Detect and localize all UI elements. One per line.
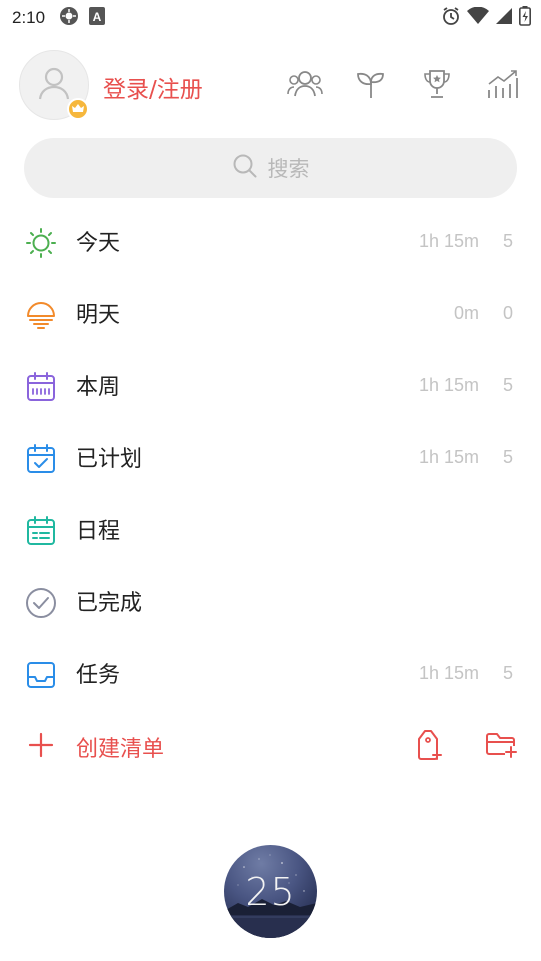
calendar-check-icon xyxy=(25,443,57,475)
alarm-icon xyxy=(441,6,461,30)
stats-icon[interactable] xyxy=(485,66,521,102)
list-item-label: 本周 xyxy=(76,375,121,400)
calendar-schedule-icon xyxy=(25,515,57,547)
plus-icon xyxy=(27,731,55,759)
smart-list: 今天 1h 15m 5 明天 0m 0 本周 1h 15m 5 已计划 1h 1… xyxy=(0,205,541,709)
sprout-icon[interactable] xyxy=(353,66,389,102)
create-list-button[interactable]: 创建清单 xyxy=(76,731,164,763)
sunset-icon xyxy=(25,299,57,331)
list-item-label: 日程 xyxy=(76,519,121,544)
list-item-time: 1h 15m xyxy=(418,230,479,251)
add-folder-icon[interactable] xyxy=(485,729,517,765)
list-item-planned[interactable]: 已计划 1h 15m 5 xyxy=(0,421,541,493)
settings-icon xyxy=(59,6,79,30)
list-item-schedule[interactable]: 日程 xyxy=(0,493,541,565)
list-item-label: 已完成 xyxy=(76,591,143,616)
list-item-label: 已计划 xyxy=(76,447,143,472)
search-placeholder: 搜索 xyxy=(267,157,310,181)
list-item-time: 1h 15m xyxy=(418,374,479,395)
battery-icon xyxy=(519,6,531,30)
list-item-tasks[interactable]: 任务 1h 15m 5 xyxy=(0,637,541,709)
list-item-completed[interactable]: 已完成 xyxy=(0,565,541,637)
list-item-today[interactable]: 今天 1h 15m 5 xyxy=(0,205,541,277)
inbox-icon xyxy=(25,659,57,691)
signal-icon xyxy=(495,7,513,29)
list-item-label: 任务 xyxy=(76,663,121,688)
list-item-count: 0 xyxy=(502,302,513,323)
list-item-time: 0m xyxy=(453,302,479,323)
friends-icon[interactable] xyxy=(287,66,323,102)
user-icon xyxy=(34,63,74,107)
timer-value: 25 xyxy=(245,869,296,914)
list-item-count: 5 xyxy=(502,662,513,683)
list-item-count: 5 xyxy=(502,374,513,395)
add-tag-icon[interactable] xyxy=(415,729,445,765)
list-item-count: 5 xyxy=(502,446,513,467)
list-item-label: 明天 xyxy=(76,303,121,328)
search-bar[interactable]: 搜索 xyxy=(24,138,517,198)
pomodoro-timer-button[interactable]: 25 xyxy=(224,845,317,938)
list-item-count: 5 xyxy=(502,230,513,251)
a-icon: A xyxy=(89,7,106,29)
list-item-label: 今天 xyxy=(76,231,121,256)
list-item-tomorrow[interactable]: 明天 0m 0 xyxy=(0,277,541,349)
svg-text:A: A xyxy=(93,10,102,24)
wifi-icon xyxy=(467,6,489,29)
header: 登录/注册 xyxy=(0,46,541,124)
trophy-icon[interactable] xyxy=(419,66,455,102)
status-time: 2:10 xyxy=(12,8,46,27)
list-item-this-week[interactable]: 本周 1h 15m 5 xyxy=(0,349,541,421)
crown-icon xyxy=(67,98,89,120)
list-item-time: 1h 15m xyxy=(418,446,479,467)
search-icon xyxy=(232,153,258,183)
sun-icon xyxy=(25,227,57,259)
status-bar: 2:10 A xyxy=(0,0,541,36)
list-item-time: 1h 15m xyxy=(418,662,479,683)
check-circle-icon xyxy=(25,587,57,619)
login-register-link[interactable]: 登录/注册 xyxy=(103,70,203,104)
calendar-week-icon xyxy=(25,371,57,403)
create-list-row[interactable]: 创建清单 xyxy=(0,709,541,781)
